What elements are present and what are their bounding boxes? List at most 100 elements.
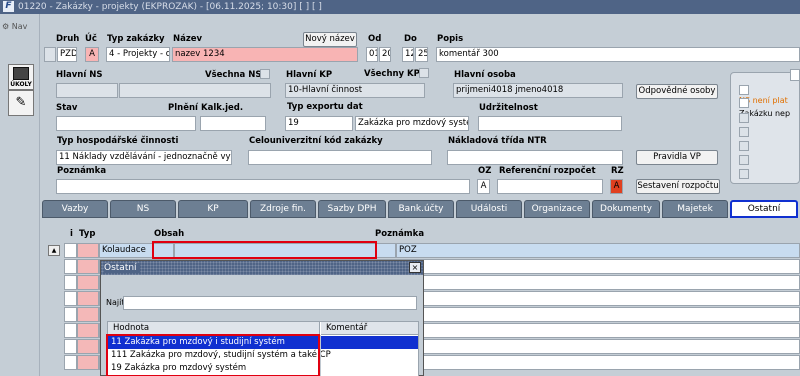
celouniverzitni-kod-field[interactable] [248, 150, 432, 165]
ukoly-button[interactable]: ÚKOLY [8, 64, 34, 90]
column-divider [320, 335, 321, 376]
referencni-rozpocet-field[interactable] [497, 179, 603, 194]
celouniverzitni-kod-label: Celouniverzitní kód zakázky [249, 136, 383, 146]
options-highlight-box [106, 334, 320, 376]
do-month-field[interactable]: 25 [415, 47, 428, 62]
uc-field[interactable]: A [85, 47, 99, 62]
nazev-field[interactable]: nazev 1234 [172, 47, 358, 62]
tab-vazby[interactable]: Vazby [42, 200, 108, 218]
tab-udalosti[interactable]: Události [456, 200, 522, 218]
right-panel: NS není plat Zakázku nep [730, 69, 800, 184]
row-i-cell[interactable] [77, 275, 99, 290]
rz-field[interactable]: A [610, 179, 623, 194]
row-i-cell[interactable] [77, 323, 99, 338]
udrzitelnost-field[interactable] [478, 116, 622, 131]
hlavni-ns-code-field[interactable] [56, 83, 118, 98]
hlavni-kp-field[interactable]: 10-Hlavní činnost [285, 83, 425, 98]
tab-kp[interactable]: KP [178, 200, 248, 218]
obsah-highlight-box [152, 241, 377, 259]
row-i-cell[interactable] [77, 355, 99, 370]
tab-sazby-dph[interactable]: Sazby DPH [318, 200, 386, 218]
do-day-field[interactable]: 12 [402, 47, 414, 62]
nakladova-trida-field[interactable] [447, 150, 623, 165]
odpovedne-osoby-button[interactable]: Odpovědné osoby [636, 84, 718, 99]
hlavni-ns-field[interactable] [119, 83, 271, 98]
novy-nazev-button[interactable]: Nový název [303, 32, 357, 47]
tab-majetek[interactable]: Majetek [662, 200, 728, 218]
right-panel-checkbox[interactable] [739, 113, 749, 123]
row-indicator-cell[interactable] [64, 291, 77, 306]
row-indicator-cell[interactable] [64, 307, 77, 322]
row-indicator-cell[interactable] [64, 355, 77, 370]
typ-exportu-code-field[interactable]: 19 [285, 116, 353, 131]
row-indicator-cell[interactable] [64, 243, 77, 258]
druh-selector[interactable] [44, 47, 56, 62]
right-panel-scroll[interactable] [790, 69, 800, 81]
od-month-field[interactable]: 20 [379, 47, 391, 62]
row-i-cell[interactable] [77, 259, 99, 274]
row-indicator-cell[interactable] [64, 339, 77, 354]
app-icon: F [3, 1, 14, 12]
hlavni-ns-label: Hlavní NS [56, 70, 103, 80]
gear-icon: ⚙ [2, 22, 10, 31]
right-panel-checkbox[interactable] [739, 127, 749, 137]
vsechna-ns-label: Všechna NS [205, 70, 262, 80]
nav-label[interactable]: ⚙ Nav [2, 22, 27, 31]
nazev-label: Název [173, 34, 203, 44]
col-header-typ: Typ [79, 229, 96, 239]
udrzitelnost-label: Udržitelnost [479, 103, 538, 113]
ostatni-lov-popup: Ostatní × Najít Hodnota Komentář 11 Zaká… [100, 260, 424, 376]
stav-field[interactable] [56, 116, 196, 131]
typ-exportu-field[interactable]: Zakázka pro mzdový systém [355, 116, 469, 131]
right-panel-checkbox[interactable] [739, 169, 749, 179]
tab-dokumenty[interactable]: Dokumenty [592, 200, 660, 218]
window-title: 01220 - Zakázky - projekty (EKPROZAK) - … [18, 2, 322, 12]
row-i-cell[interactable] [77, 291, 99, 306]
right-panel-checkbox[interactable] [739, 98, 749, 108]
right-panel-checkbox[interactable] [739, 155, 749, 165]
find-label: Najít [106, 298, 125, 307]
poznamka-field[interactable] [56, 179, 470, 194]
right-panel-checkbox[interactable] [739, 141, 749, 151]
typ-zakazky-label: Typ zakázky [107, 34, 165, 44]
row-poznamka-cell[interactable]: POZ [396, 243, 800, 258]
sestaveni-rozpoctu-button[interactable]: Sestavení rozpočtu [636, 179, 720, 194]
ukoly-label: ÚKOLY [10, 81, 32, 88]
plneni-label: Plnění [168, 103, 198, 113]
kalk-jed-label: Kalk.jed. [201, 103, 244, 113]
pravidla-vp-button[interactable]: Pravidla VP [636, 150, 718, 165]
vsechna-ns-checkbox[interactable] [260, 69, 270, 79]
row-i-cell[interactable] [77, 243, 99, 258]
kalk-jed-field[interactable] [200, 116, 266, 131]
hlavni-osoba-field[interactable]: prijmeni4018 jmeno4018 [453, 83, 623, 98]
typ-hosp-cinnosti-field[interactable]: 11 Náklady vzdělávání - jednoznačně vyvo… [56, 150, 232, 165]
find-input[interactable] [123, 296, 417, 310]
vsechny-kp-checkbox[interactable] [419, 68, 429, 78]
tab-organizace[interactable]: Organizace [524, 200, 590, 218]
row-indicator-cell[interactable] [64, 259, 77, 274]
typ-zakazky-field[interactable]: 4 - Projekty - os [106, 47, 170, 62]
oz-field[interactable]: A [477, 179, 490, 194]
col-header-obsah: Obsah [154, 229, 185, 239]
close-icon[interactable]: × [409, 262, 421, 273]
tab-ostatni[interactable]: Ostatní [730, 200, 798, 218]
tab-bank-ucty[interactable]: Bank.účty [388, 200, 454, 218]
row-i-cell[interactable] [77, 307, 99, 322]
col-header-komentar[interactable]: Komentář [321, 322, 418, 335]
row-indicator-cell[interactable] [64, 275, 77, 290]
right-panel-checkbox[interactable] [739, 85, 749, 95]
od-day-field[interactable]: 01 [366, 47, 378, 62]
scroll-up-arrow-icon[interactable]: ▲ [48, 245, 60, 256]
druh-field[interactable]: PZD [57, 47, 77, 62]
tab-zdroje-fin[interactable]: Zdroje fin. [250, 200, 316, 218]
row-indicator-cell[interactable] [64, 323, 77, 338]
oz-label: OZ [478, 166, 492, 176]
row-i-cell[interactable] [77, 339, 99, 354]
tab-ns[interactable]: NS [110, 200, 176, 218]
do-label: Do [404, 34, 417, 44]
edit-note-button[interactable]: ✎ [8, 90, 34, 116]
popup-title-bar[interactable]: Ostatní [101, 261, 423, 275]
calendar-icon [13, 67, 29, 80]
window-title-bar: F 01220 - Zakázky - projekty (EKPROZAK) … [0, 0, 800, 14]
popis-field[interactable]: komentář 300 [436, 47, 800, 62]
